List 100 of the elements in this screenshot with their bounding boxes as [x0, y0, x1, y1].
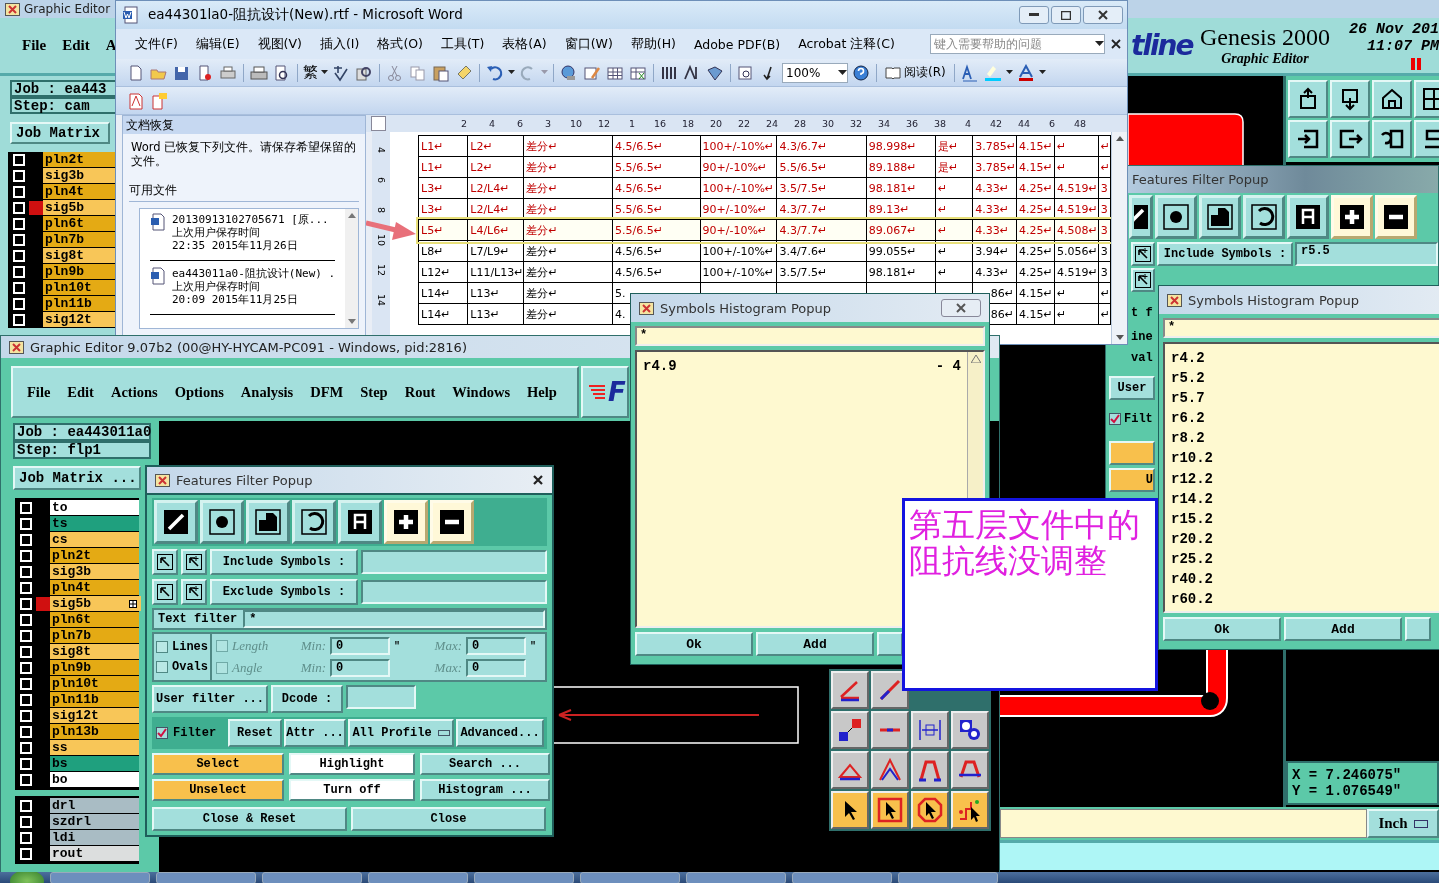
scrollbar[interactable] [967, 352, 983, 498]
help-icon[interactable] [851, 63, 871, 82]
symbol-name[interactable]: r60.2 [1171, 589, 1213, 610]
symbol-name[interactable]: r15.2 [1171, 508, 1213, 529]
job-matrix-button[interactable]: Job Matrix [10, 122, 110, 144]
layer-name[interactable]: sig8t [43, 248, 115, 263]
layer-name[interactable]: pln10t [50, 676, 139, 691]
menu-item[interactable]: 表格(A) [493, 35, 556, 53]
layer-checkbox[interactable] [20, 677, 32, 690]
read-mode-button[interactable]: 阅读(R) [882, 64, 949, 81]
symbol-filter-field[interactable]: * [1163, 318, 1439, 338]
layer-name[interactable]: pln6t [43, 216, 115, 231]
menu-item[interactable]: Help [527, 383, 557, 401]
scrollbar[interactable] [1111, 132, 1127, 344]
layer-name[interactable]: cs [50, 532, 139, 547]
symbol-name[interactable]: r5.2 [1171, 368, 1205, 389]
tool-button[interactable] [154, 500, 198, 544]
job-matrix-button[interactable]: Job Matrix ... [13, 466, 141, 490]
layer-checkbox[interactable] [13, 249, 25, 262]
action-button[interactable]: Select [152, 753, 284, 775]
attributes-button[interactable]: Attr ... [284, 719, 346, 747]
layer-name[interactable]: bo [50, 772, 139, 787]
menu-item[interactable]: A [105, 37, 117, 54]
menu-item[interactable]: 编辑(E) [186, 35, 249, 53]
layer-checkbox[interactable] [20, 645, 32, 658]
tool-button[interactable] [338, 500, 382, 544]
layer-name[interactable]: sig12t [43, 312, 115, 327]
file-name[interactable]: 20130913102705671 [原... [172, 213, 329, 226]
footer-button[interactable]: Close [351, 807, 546, 831]
exclude-symbols-field[interactable] [361, 580, 547, 604]
layer-name[interactable]: pln11b [50, 692, 139, 707]
text-filter-field[interactable]: * [243, 610, 545, 628]
menu-item[interactable]: 格式(O) [368, 35, 432, 53]
document-map-icon[interactable] [705, 63, 725, 82]
symbol-name[interactable]: r5.7 [1171, 388, 1205, 409]
layer-checkbox[interactable] [20, 613, 32, 626]
cursor-button[interactable] [181, 549, 207, 575]
layer-name[interactable]: drl [50, 798, 139, 813]
symbol-filter-field[interactable]: * [635, 326, 985, 346]
layer-checkbox[interactable] [13, 281, 25, 294]
symbol-name[interactable]: r12.2 [1171, 468, 1213, 489]
tool-button[interactable] [1372, 80, 1412, 118]
file-name[interactable]: ea443011a0-阻抗设计(New) . [172, 267, 336, 280]
layer-name[interactable]: bs [50, 756, 139, 771]
layer-name[interactable]: sig3b [50, 564, 139, 579]
menu-item[interactable]: Analysis [240, 383, 294, 401]
layer-name[interactable]: pln4t [50, 580, 139, 595]
close-button[interactable] [1083, 6, 1123, 24]
layer-name[interactable]: ts [50, 516, 139, 531]
tool-button[interactable] [1243, 195, 1285, 239]
layer-name[interactable]: ldi [50, 830, 139, 845]
layer-name[interactable]: pln9b [50, 660, 139, 675]
tool-button[interactable] [951, 711, 989, 749]
layer-checkbox[interactable] [20, 693, 32, 706]
layer-name[interactable]: sig8t [50, 644, 139, 659]
menu-item[interactable]: Actions [110, 383, 158, 401]
layer-checkbox[interactable] [20, 549, 32, 562]
include-symbols-field[interactable] [361, 550, 547, 574]
layer-checkbox[interactable] [20, 709, 32, 722]
menu-item[interactable]: 窗口(W) [555, 35, 622, 53]
scrollbar[interactable] [345, 209, 358, 328]
filter-checkbox[interactable] [1109, 413, 1121, 425]
layer-checkbox[interactable] [13, 185, 25, 198]
advanced-button[interactable]: Advanced... [456, 719, 544, 747]
layer-name[interactable]: to [50, 500, 139, 515]
include-symbols-field[interactable]: r5.5 [1295, 242, 1438, 266]
tool-button[interactable] [1288, 80, 1328, 118]
layer-name[interactable]: pln13b [50, 724, 139, 739]
layer-checkbox[interactable] [20, 661, 32, 674]
symbol-name[interactable]: r8.2 [1171, 428, 1205, 449]
layer-checkbox[interactable] [20, 831, 32, 844]
print-icon[interactable] [249, 63, 269, 82]
symbol-name[interactable]: r10.2 [1171, 448, 1213, 469]
layer-name[interactable]: pln10t [43, 280, 115, 295]
tool-button[interactable] [831, 791, 869, 829]
tool-button[interactable] [831, 671, 869, 709]
tool-button[interactable] [951, 791, 989, 829]
menu-item[interactable]: 工具(T) [431, 35, 494, 53]
units-button[interactable]: Inch [1367, 809, 1439, 838]
menu-item[interactable]: 视图(V) [248, 35, 311, 53]
menu-item[interactable]: Adobe PDF(B) [684, 36, 790, 52]
menu-item[interactable]: Rout [404, 383, 436, 401]
layer-checkbox[interactable] [20, 847, 32, 860]
clipped-button[interactable] [1109, 441, 1155, 465]
layer-name[interactable]: rout [50, 846, 139, 861]
menu-item[interactable]: Options [174, 383, 224, 401]
symbol-name[interactable]: r25.2 [1171, 548, 1213, 570]
symbol-name[interactable]: r40.2 [1171, 569, 1213, 590]
menu-item[interactable]: Edit [67, 383, 94, 401]
layer-name[interactable]: pln4t [43, 184, 115, 199]
dropdown-arrow-icon[interactable] [1038, 70, 1046, 75]
dropdown-arrow-icon[interactable] [1005, 70, 1013, 75]
menu-item[interactable]: Edit [62, 37, 90, 54]
menu-item[interactable]: DFM [310, 383, 344, 401]
layer-checkbox[interactable] [20, 741, 32, 754]
layer-checkbox[interactable] [20, 517, 32, 530]
dialog-button[interactable]: Ok [1163, 617, 1281, 641]
tool-button[interactable] [200, 500, 244, 544]
maximize-button[interactable] [1051, 6, 1081, 24]
minimize-button[interactable] [1019, 6, 1049, 24]
